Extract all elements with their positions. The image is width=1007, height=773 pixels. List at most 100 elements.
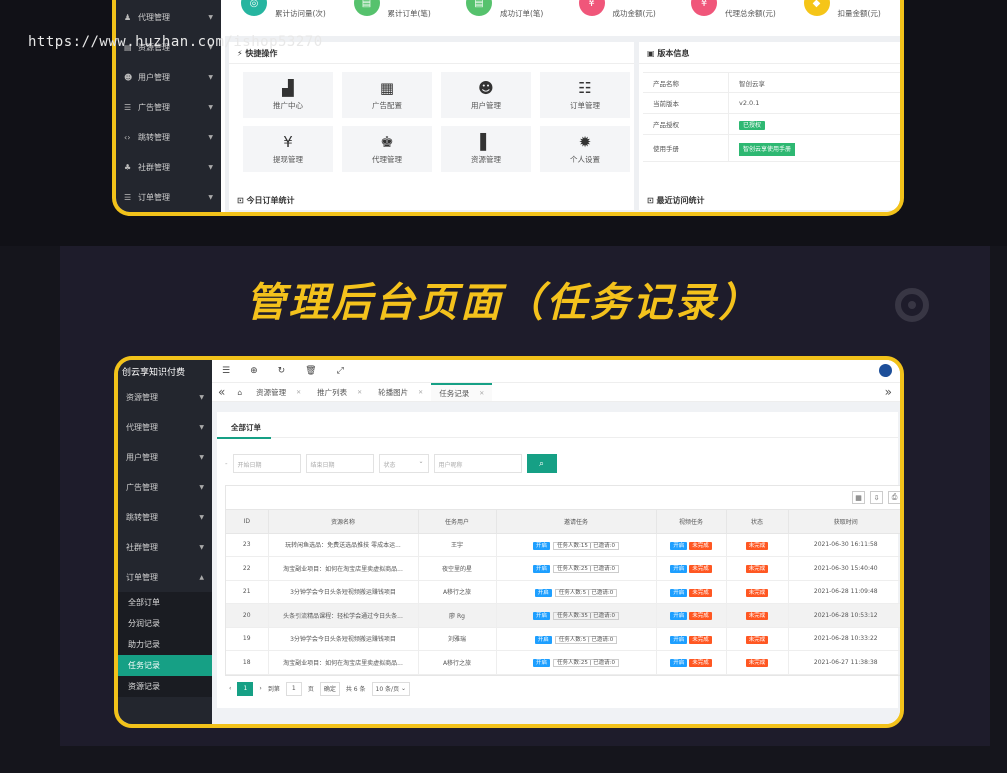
chevron-down-icon: ▼: [208, 133, 213, 141]
recent-visits-title: ⊡ 最近访问统计: [639, 190, 900, 210]
cell-id: 21: [226, 580, 269, 604]
sidebar-item[interactable]: ☰ 订单管理 ▼: [116, 182, 221, 212]
page-input[interactable]: 1: [285, 681, 302, 696]
tabs-left-arrow-icon[interactable]: «: [212, 385, 231, 399]
quick-action-2[interactable]: ☻ 用户管理: [441, 72, 531, 118]
status-badge: 未完成: [745, 541, 769, 550]
sidebar-item[interactable]: 跳转管理 ▼: [118, 502, 212, 532]
close-icon[interactable]: ✕: [296, 389, 301, 396]
invite-progress: 任务人数:5 | 已邀请:0: [554, 635, 618, 644]
submenu-item[interactable]: 助力记录: [118, 634, 212, 655]
sidebar-item[interactable]: ☰ 广告管理 ▼: [116, 92, 221, 122]
avatar[interactable]: [879, 364, 892, 377]
submenu-item[interactable]: 任务记录: [118, 655, 212, 676]
sidebar-item[interactable]: 代理管理 ▼: [118, 412, 212, 442]
submenu-item[interactable]: 分润记录: [118, 613, 212, 634]
quick-action-3[interactable]: ☷ 订单管理: [540, 72, 630, 118]
cell-user: 廖 Rg: [418, 603, 497, 628]
prev-page-icon[interactable]: ‹: [229, 685, 231, 692]
order-icon: ☰: [124, 192, 132, 202]
table-row[interactable]: 18 淘宝副业项目：如何在淘宝店里卖虚拟商品... A移行之旅 开启 任务人数:25 |…: [226, 650, 900, 675]
version-key: 产品授权: [643, 114, 729, 134]
sidebar: 创云享知识付费 资源管理 ▼ 代理管理 ▼ 用户管理 ▼ 广告管理 ▼ 跳转管理 ▼ 社群管理 ▼ 订单…: [118, 360, 212, 724]
filter-input[interactable]: 用户昵称: [433, 454, 522, 473]
filter-input[interactable]: 开始日期: [232, 454, 301, 473]
globe-icon[interactable]: ⊕: [250, 366, 258, 376]
table-row[interactable]: 21 3分钟学会今日头条短视频搬运赚钱项目 A移行之旅 开启 任务人数:5 | 已邀请:…: [226, 580, 900, 604]
sidebar-item[interactable]: 广告管理 ▼: [118, 472, 212, 502]
table-row[interactable]: 22 淘宝副业项目：如何在淘宝店里卖虚拟商品... 夜空里的星 开启 任务人数:25 |…: [226, 556, 900, 581]
quick-action-5[interactable]: ♚ 代理管理: [342, 126, 432, 172]
tab-item[interactable]: 轮播图片 ✕: [370, 383, 431, 401]
table-row[interactable]: 20 头条引流精品课程：轻松学会通过今日头条... 廖 Rg 开启 任务人数:35 | …: [226, 603, 900, 628]
tabs-right-arrow-icon[interactable]: »: [885, 385, 892, 399]
tab-item[interactable]: 任务记录 ✕: [431, 383, 493, 401]
filter-input[interactable]: 结束日期: [305, 454, 374, 473]
home-icon[interactable]: ⌂: [231, 388, 248, 397]
quick-action-0[interactable]: ▟ 推广中心: [243, 72, 333, 118]
quick-action-label: 提现管理: [273, 155, 303, 164]
records-table: ID 资源名称 任务用户 邀请任务 视频任务 状态 获取时间 23 玩转闲鱼选品：免费送选品推…: [226, 510, 900, 675]
tab-item[interactable]: 推广列表 ✕: [309, 383, 370, 401]
user-icon: ☻: [478, 79, 494, 97]
close-icon[interactable]: ✕: [418, 389, 423, 396]
stat-label: 成功订单(笔): [500, 9, 544, 18]
sidebar-item[interactable]: ‹› 跳转管理 ▼: [116, 122, 221, 152]
cell-resource: 3分钟学会今日头条短视频搬运赚钱项目: [268, 627, 419, 651]
quick-action-6[interactable]: ▌ 资源管理: [441, 126, 531, 172]
sidebar-item[interactable]: 用户管理 ▼: [118, 442, 212, 472]
trash-icon[interactable]: 🗑: [305, 366, 316, 376]
cell-video: 开启 未完成: [656, 556, 727, 581]
sidebar-item[interactable]: 订单管理 ▲: [118, 562, 212, 592]
quick-action-1[interactable]: ▦ 广告配置: [342, 72, 432, 118]
search-button[interactable]: ⌕: [526, 454, 557, 473]
stat-icon: ¥: [578, 0, 605, 16]
sidebar-item[interactable]: ♣ 社群管理 ▼: [116, 152, 221, 182]
menu-toggle-icon[interactable]: ☰: [222, 366, 230, 376]
open-badge: 开启: [532, 541, 550, 550]
next-page-icon[interactable]: ›: [259, 685, 261, 692]
sidebar-item-label: 跳转管理: [138, 132, 170, 142]
per-page-select[interactable]: 10 条/页 ⌄: [371, 681, 411, 696]
stat-label: 累计访问量(次): [275, 9, 326, 18]
sidebar-item[interactable]: 资源管理 ▼: [118, 382, 212, 412]
page-1-button[interactable]: 1: [237, 681, 254, 696]
quick-action-4[interactable]: ¥ 提现管理: [243, 126, 333, 172]
stat-icon: ¥: [691, 0, 717, 16]
fullscreen-icon[interactable]: ⤢: [337, 366, 344, 376]
confirm-button[interactable]: 确定: [319, 681, 340, 696]
version-info-title: ▣ 版本信息: [639, 42, 900, 64]
sidebar-item[interactable]: 社群管理 ▼: [118, 532, 212, 562]
open-badge: 开启: [670, 541, 688, 550]
sidebar-item-label: 用户管理: [126, 452, 158, 462]
cell-status: 未完成: [726, 556, 789, 581]
submenu-item[interactable]: 资源记录: [118, 676, 212, 697]
close-icon[interactable]: ✕: [479, 390, 484, 397]
cell-resource: 淘宝副业项目：如何在淘宝店里卖虚拟商品...: [268, 556, 419, 581]
status-badge: 未完成: [745, 565, 769, 574]
sidebar-item[interactable]: ☻ 用户管理 ▼: [116, 62, 221, 92]
stat-card: ¥ 成功金额(元): [563, 0, 676, 36]
chevron-down-icon: ▼: [208, 103, 213, 111]
stat-card: ◆ 扣量金额(元): [788, 0, 901, 36]
refresh-icon[interactable]: ↻: [278, 366, 286, 376]
print-icon[interactable]: ⎙: [888, 491, 900, 504]
stat-icon: ◆: [803, 0, 830, 16]
quick-action-7[interactable]: ✹ 个人设置: [540, 126, 630, 172]
cell-status: 未完成: [726, 627, 789, 651]
cell-time: 2021-06-30 16:11:58: [788, 533, 900, 557]
columns-icon[interactable]: ▦: [852, 491, 865, 504]
close-icon[interactable]: ✕: [357, 389, 362, 396]
invite-progress: 任务人数:15 | 已邀请:0: [552, 541, 620, 550]
table-row[interactable]: 23 玩转闲鱼选品：免费送选品推技 零成本运... 王宇 开启 任务人数:15 | 已邀…: [226, 533, 900, 557]
chevron-down-icon: ▼: [199, 513, 204, 521]
column-header: 视频任务: [656, 510, 727, 534]
export-icon[interactable]: ⇩: [870, 491, 883, 504]
sidebar-item[interactable]: ♟ 代理管理 ▼: [116, 2, 221, 32]
table-row[interactable]: 19 3分钟学会今日头条短视频搬运赚钱项目 刘雅瑞 开启 任务人数:5 | 已邀请:0 开…: [226, 627, 900, 651]
submenu-item[interactable]: 全部订单: [118, 592, 212, 613]
task-records-main: ☰ ⊕ ↻ 🗑 ⤢ « ⌂ 资源管理 ✕ 推广列表 ✕ 轮播图片 ✕ 任务记录 ✕ » 全部订单…: [212, 360, 900, 724]
tab-item[interactable]: 资源管理 ✕: [248, 383, 309, 401]
filter-input[interactable]: 状态 ⌄: [378, 454, 429, 473]
manual-button[interactable]: 智创云享使用手册: [739, 142, 796, 156]
